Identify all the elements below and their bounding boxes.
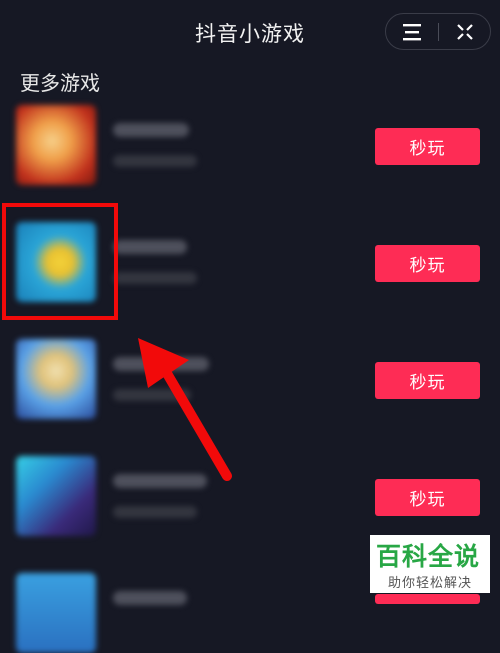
watermark-logo: 百科全说 助你轻松解决 (370, 535, 490, 593)
red-arrow-icon (138, 338, 232, 481)
watermark-main-text: 百科全说 (376, 542, 481, 571)
watermark-sub-text: 助你轻松解决 (387, 576, 472, 591)
